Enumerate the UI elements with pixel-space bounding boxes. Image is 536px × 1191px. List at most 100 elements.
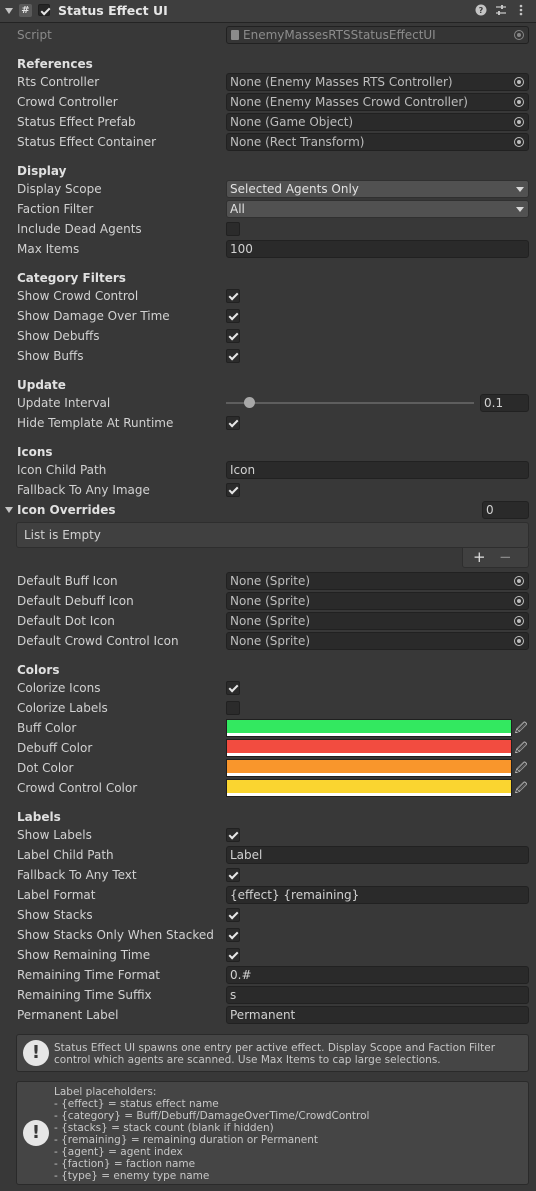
icon-child-path-label: Icon Child Path	[17, 463, 107, 477]
remove-item-button[interactable]: −	[499, 548, 512, 566]
default-buff-icon-value: None (Sprite)	[230, 574, 311, 588]
update-interval-slider-track[interactable]	[226, 402, 474, 404]
object-picker-icon[interactable]	[514, 576, 524, 586]
fallback-to-any-image-checkbox[interactable]	[226, 483, 240, 497]
colorize-labels-checkbox[interactable]	[226, 701, 240, 715]
colorize-labels-label: Colorize Labels	[17, 701, 108, 715]
update-interval-label: Update Interval	[17, 396, 111, 410]
section-update-title: Update	[17, 378, 66, 392]
display-scope-value: Selected Agents Only	[230, 182, 359, 196]
section-labels-title: Labels	[17, 810, 61, 824]
object-picker-icon[interactable]	[514, 596, 524, 606]
crowd-controller-field[interactable]: None (Enemy Masses Crowd Controller)	[226, 93, 529, 111]
update-interval-slider-thumb[interactable]	[244, 397, 255, 408]
update-interval-field[interactable]: 0.1	[480, 394, 529, 412]
add-item-button[interactable]: +	[473, 548, 486, 566]
remaining-time-suffix-label: Remaining Time Suffix	[17, 988, 152, 1002]
show-buffs-checkbox[interactable]	[226, 349, 240, 363]
list-footer: + −	[462, 548, 529, 568]
default-crowd-control-icon-field[interactable]: None (Sprite)	[226, 632, 529, 650]
placeholders-help-box: ! Label placeholders: - {effect} = statu…	[16, 1081, 529, 1185]
default-debuff-icon-field[interactable]: None (Sprite)	[226, 592, 529, 610]
default-debuff-icon-value: None (Sprite)	[230, 594, 311, 608]
status-effect-prefab-label: Status Effect Prefab	[17, 115, 136, 129]
icon-overrides-label[interactable]: Icon Overrides	[17, 503, 116, 517]
object-picker-icon[interactable]	[514, 77, 524, 87]
include-dead-agents-checkbox[interactable]	[226, 222, 240, 236]
dot-color-swatch[interactable]	[226, 759, 512, 777]
alpha-bar	[227, 753, 511, 756]
label-child-path-field[interactable]: Label	[226, 846, 529, 864]
show-buffs-label: Show Buffs	[17, 349, 84, 363]
colorize-icons-checkbox[interactable]	[226, 681, 240, 695]
max-items-label: Max Items	[17, 242, 80, 256]
label-format-field[interactable]: {effect} {remaining}	[226, 886, 529, 904]
status-effect-container-field[interactable]: None (Rect Transform)	[226, 133, 529, 151]
fallback-to-any-text-checkbox[interactable]	[226, 868, 240, 882]
faction-filter-label: Faction Filter	[17, 202, 94, 216]
object-picker-icon[interactable]	[514, 636, 524, 646]
eyedropper-icon[interactable]: 🖉	[513, 719, 529, 737]
hide-template-checkbox[interactable]	[226, 416, 240, 430]
component-enabled-checkbox[interactable]	[38, 4, 50, 16]
buff-color-label: Buff Color	[17, 721, 77, 735]
icon-overrides-foldout-icon[interactable]	[5, 507, 13, 513]
eyedropper-icon[interactable]: 🖉	[513, 739, 529, 757]
alpha-bar	[227, 773, 511, 776]
more-icon[interactable]	[514, 4, 528, 18]
max-items-field[interactable]: 100	[226, 240, 529, 258]
object-picker-icon	[514, 30, 524, 40]
show-stacks-only-when-stacked-checkbox[interactable]	[226, 928, 240, 942]
show-damage-over-time-checkbox[interactable]	[226, 309, 240, 323]
show-stacks-checkbox[interactable]	[226, 908, 240, 922]
faction-filter-dropdown[interactable]: All	[226, 200, 529, 218]
debuff-color-label: Debuff Color	[17, 741, 93, 755]
rts-controller-field[interactable]: None (Enemy Masses RTS Controller)	[226, 73, 529, 91]
object-picker-icon[interactable]	[514, 97, 524, 107]
help-icon[interactable]: ?	[474, 4, 488, 18]
info-help-text: Status Effect UI spawns one entry per ac…	[54, 1042, 496, 1066]
icon-overrides-count-field[interactable]: 0	[482, 501, 529, 519]
section-display-title: Display	[17, 164, 67, 178]
remaining-time-suffix-field[interactable]: s	[226, 986, 529, 1004]
crowd-controller-label: Crowd Controller	[17, 95, 118, 109]
display-scope-dropdown[interactable]: Selected Agents Only	[226, 180, 529, 198]
show-debuffs-label: Show Debuffs	[17, 329, 100, 343]
show-labels-checkbox[interactable]	[226, 828, 240, 842]
component-title: Status Effect UI	[58, 3, 168, 18]
eyedropper-icon[interactable]: 🖉	[513, 779, 529, 797]
permanent-label-field[interactable]: Permanent	[226, 1006, 529, 1024]
default-buff-icon-field[interactable]: None (Sprite)	[226, 572, 529, 590]
foldout-arrow-icon[interactable]	[5, 8, 13, 14]
crowd-control-color-swatch[interactable]	[226, 779, 512, 797]
show-stacks-label: Show Stacks	[17, 908, 93, 922]
preset-icon[interactable]	[494, 4, 508, 18]
section-colors-title: Colors	[17, 663, 60, 677]
debuff-color-swatch[interactable]	[226, 739, 512, 757]
status-effect-prefab-field[interactable]: None (Game Object)	[226, 113, 529, 131]
show-remaining-time-label: Show Remaining Time	[17, 948, 151, 962]
remaining-time-format-field[interactable]: 0.#	[226, 966, 529, 984]
buff-color-swatch[interactable]	[226, 719, 512, 737]
eyedropper-icon[interactable]: 🖉	[513, 759, 529, 777]
script-label: Script	[17, 28, 52, 42]
icon-child-path-field[interactable]: Icon	[226, 461, 529, 479]
rts-controller-value: None (Enemy Masses RTS Controller)	[230, 75, 453, 89]
script-file-icon	[231, 30, 239, 40]
show-debuffs-checkbox[interactable]	[226, 329, 240, 343]
object-picker-icon[interactable]	[514, 616, 524, 626]
label-format-label: Label Format	[17, 888, 96, 902]
default-dot-icon-value: None (Sprite)	[230, 614, 311, 628]
object-picker-icon[interactable]	[514, 137, 524, 147]
hide-template-label: Hide Template At Runtime	[17, 416, 174, 430]
dropdown-arrow-icon	[516, 187, 524, 192]
fallback-to-any-image-label: Fallback To Any Image	[17, 483, 150, 497]
show-remaining-time-checkbox[interactable]	[226, 948, 240, 962]
permanent-label-label: Permanent Label	[17, 1008, 119, 1022]
show-crowd-control-checkbox[interactable]	[226, 289, 240, 303]
default-crowd-control-icon-label: Default Crowd Control Icon	[17, 634, 179, 648]
default-dot-icon-field[interactable]: None (Sprite)	[226, 612, 529, 630]
component-header[interactable]: # Status Effect UI ?	[0, 0, 536, 23]
info-icon: !	[23, 1040, 49, 1066]
object-picker-icon[interactable]	[514, 117, 524, 127]
